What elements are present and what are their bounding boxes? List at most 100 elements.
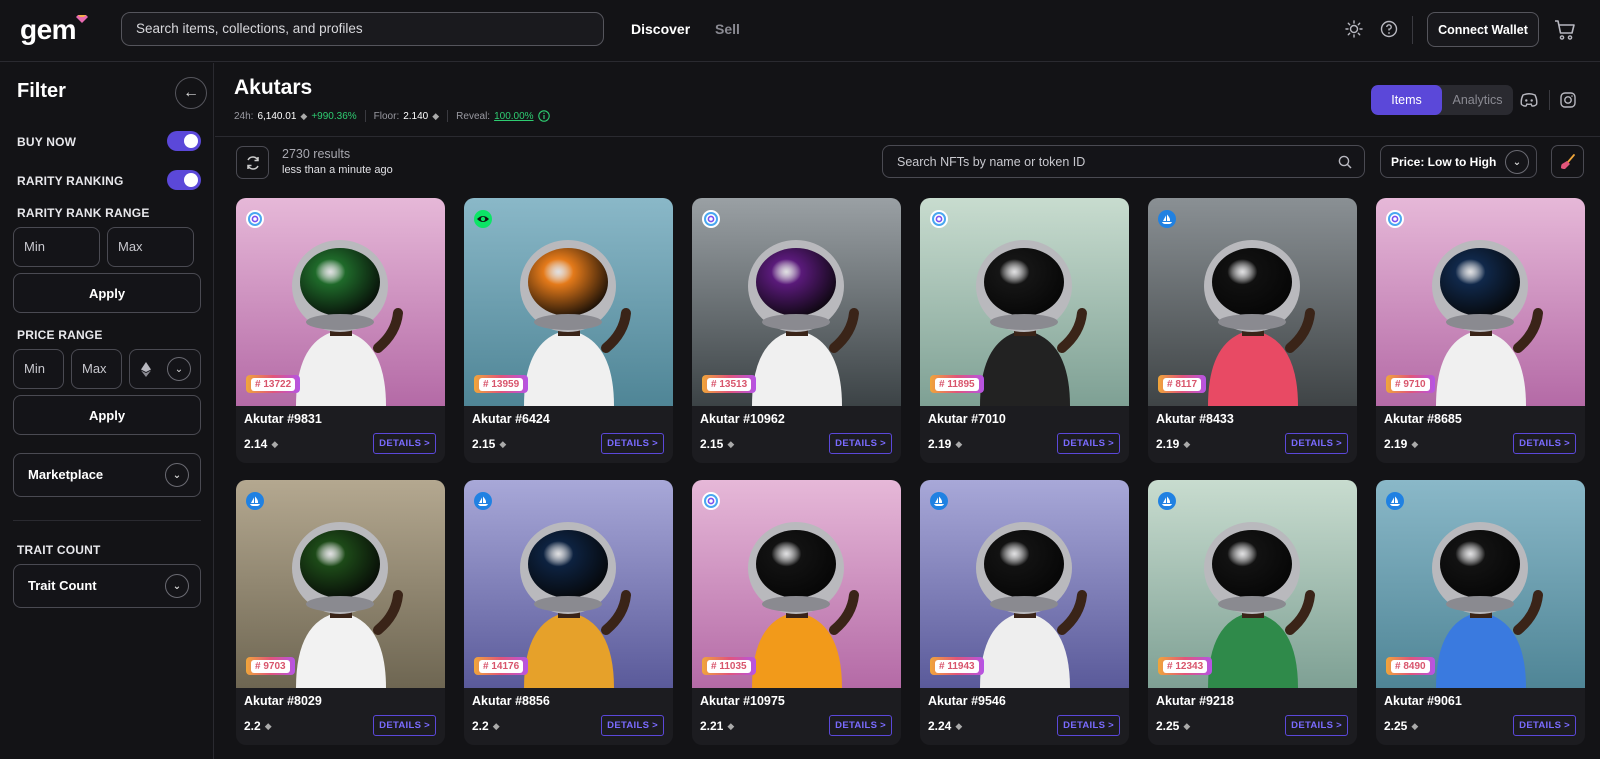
eth-icon: ◆ (1411, 438, 1419, 449)
rarity-rank-badge: # 8490 (1386, 657, 1435, 675)
details-button[interactable]: DETAILS > (1285, 433, 1348, 454)
rarity-rank-badge: # 13513 (702, 375, 757, 393)
social-divider (1549, 90, 1550, 110)
nft-price-value: 2.25 (1156, 719, 1180, 733)
reveal-label: Reveal: (456, 110, 491, 122)
nft-image[interactable]: # 8490 (1376, 480, 1585, 688)
sort-select[interactable]: Price: Low to High ⌄ (1380, 145, 1537, 178)
buy-now-label: BUY NOW (17, 135, 77, 149)
reveal-value-link[interactable]: 100.00% (494, 111, 533, 122)
details-button[interactable]: DETAILS > (373, 715, 436, 736)
details-button[interactable]: DETAILS > (829, 433, 892, 454)
sort-select-label: Price: Low to High (1391, 155, 1497, 169)
nft-search-input[interactable]: Search NFTs by name or token ID (882, 145, 1365, 178)
nft-image[interactable]: # 9710 (1376, 198, 1585, 406)
nft-price: 2.15 ◆ (700, 437, 734, 451)
details-button[interactable]: DETAILS > (1285, 715, 1348, 736)
nft-image[interactable]: # 11895 (920, 198, 1129, 406)
refresh-icon (246, 155, 259, 170)
nft-image[interactable]: # 14176 (464, 480, 673, 688)
nft-card[interactable]: # 11943 Akutar #9546 2.24 ◆ DETAILS > (920, 480, 1129, 745)
rarity-rank-badge: # 11035 (702, 657, 756, 675)
details-button[interactable]: DETAILS > (1057, 715, 1120, 736)
nft-card[interactable]: # 14176 Akutar #8856 2.2 ◆ DETAILS > (464, 480, 673, 745)
details-button[interactable]: DETAILS > (1513, 715, 1576, 736)
trait-count-select[interactable]: Trait Count ⌄ (13, 564, 201, 608)
nft-price-value: 2.25 (1384, 719, 1408, 733)
nav-discover[interactable]: Discover (631, 21, 690, 37)
collapse-sidebar-button[interactable]: ← (175, 77, 207, 109)
rarity-rank-text: # 9710 (1391, 377, 1430, 391)
nft-image[interactable]: # 8117 (1148, 198, 1357, 406)
currency-select[interactable]: ⌄ (129, 349, 201, 389)
tab-items[interactable]: Items (1371, 85, 1442, 115)
chevron-down-icon: ⌄ (165, 463, 189, 487)
rarity-rank-text: # 8490 (1391, 659, 1430, 673)
discord-icon[interactable] (1519, 91, 1539, 109)
nft-image[interactable]: # 13513 (692, 198, 901, 406)
rarity-ranking-toggle[interactable] (167, 170, 201, 190)
stats-divider (447, 110, 449, 122)
nft-card[interactable]: # 8490 Akutar #9061 2.25 ◆ DETAILS > (1376, 480, 1585, 745)
nft-card[interactable]: # 9710 Akutar #8685 2.19 ◆ DETAILS > (1376, 198, 1585, 463)
price-min-input[interactable]: Min (13, 349, 64, 389)
nft-card[interactable]: # 13722 Akutar #9831 2.14 ◆ DETAILS > (236, 198, 445, 463)
rarity-rank-badge: # 14176 (474, 657, 529, 675)
rarity-rank-badge: # 11895 (930, 375, 984, 393)
nft-card[interactable]: # 13513 Akutar #10962 2.15 ◆ DETAILS > (692, 198, 901, 463)
theme-toggle-sun-icon[interactable] (1344, 19, 1364, 39)
nft-card[interactable]: # 11895 Akutar #7010 2.19 ◆ DETAILS > (920, 198, 1129, 463)
global-search-input[interactable]: Search items, collections, and profiles (121, 12, 604, 46)
rarity-max-input[interactable]: Max (107, 227, 194, 267)
details-button[interactable]: DETAILS > (601, 433, 664, 454)
nft-price: 2.2 ◆ (244, 719, 272, 733)
gem-logo[interactable]: gem (20, 14, 89, 46)
nft-image[interactable]: # 11035 (692, 480, 901, 688)
marketplace-select[interactable]: Marketplace ⌄ (13, 453, 201, 497)
rarity-apply-button[interactable]: Apply (13, 273, 201, 313)
nft-card[interactable]: # 11035 Akutar #10975 2.21 ◆ DETAILS > (692, 480, 901, 745)
price-apply-button[interactable]: Apply (13, 395, 201, 435)
stats-divider (364, 110, 366, 122)
nft-image[interactable]: # 13959 (464, 198, 673, 406)
rarity-min-input[interactable]: Min (13, 227, 100, 267)
info-icon[interactable] (537, 110, 550, 122)
details-button[interactable]: DETAILS > (373, 433, 436, 454)
results-count: 2730 results (282, 147, 351, 161)
cart-icon[interactable] (1552, 17, 1578, 43)
rarity-rank-range-label: RARITY RANK RANGE (17, 206, 150, 220)
refresh-button[interactable] (236, 146, 269, 179)
details-button[interactable]: DETAILS > (1057, 433, 1120, 454)
nft-card[interactable]: # 13959 Akutar #6424 2.15 ◆ DETAILS > (464, 198, 673, 463)
filter-title: Filter (17, 80, 66, 102)
nft-name: Akutar #9061 (1384, 694, 1462, 708)
connect-wallet-button[interactable]: Connect Wallet (1427, 12, 1539, 47)
buy-now-toggle[interactable] (167, 131, 201, 151)
details-button[interactable]: DETAILS > (829, 715, 892, 736)
volume-change: +990.36% (311, 110, 357, 122)
nft-image[interactable]: # 11943 (920, 480, 1129, 688)
nft-card[interactable]: # 9703 Akutar #8029 2.2 ◆ DETAILS > (236, 480, 445, 745)
sweep-button[interactable] (1551, 145, 1584, 178)
rarity-rank-text: # 13513 (707, 377, 752, 391)
marketplace-x2y2-icon (930, 210, 948, 228)
nft-price: 2.21 ◆ (700, 719, 734, 733)
nav-sell[interactable]: Sell (715, 21, 740, 37)
eth-icon: ◆ (300, 110, 308, 121)
nft-card[interactable]: # 12343 Akutar #9218 2.25 ◆ DETAILS > (1148, 480, 1357, 745)
rarity-rank-text: # 11035 (707, 659, 751, 673)
instagram-icon[interactable] (1559, 91, 1577, 109)
details-button[interactable]: DETAILS > (601, 715, 664, 736)
marketplace-opensea-icon (1158, 210, 1176, 228)
rarity-rank-badge: # 8117 (1158, 375, 1207, 393)
nft-image[interactable]: # 13722 (236, 198, 445, 406)
tab-analytics[interactable]: Analytics (1442, 85, 1513, 115)
help-icon[interactable] (1379, 19, 1399, 39)
price-max-input[interactable]: Max (71, 349, 122, 389)
nft-card[interactable]: # 8117 Akutar #8433 2.19 ◆ DETAILS > (1148, 198, 1357, 463)
eth-icon: ◆ (727, 720, 735, 731)
details-button[interactable]: DETAILS > (1513, 433, 1576, 454)
nft-image[interactable]: # 12343 (1148, 480, 1357, 688)
eth-icon: ◆ (955, 720, 963, 731)
nft-image[interactable]: # 9703 (236, 480, 445, 688)
